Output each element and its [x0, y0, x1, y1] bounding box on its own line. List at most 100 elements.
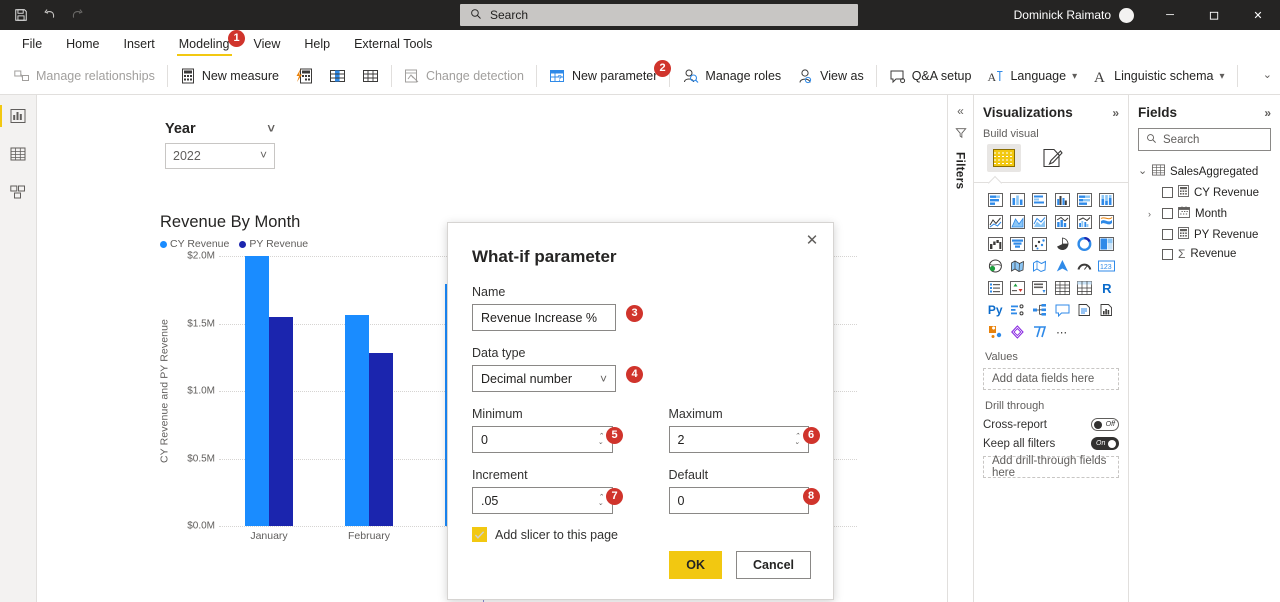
expand-pane-icon[interactable]: »	[1112, 106, 1119, 120]
100-stacked-bar-chart-icon[interactable]	[1074, 191, 1094, 209]
manage-roles-button[interactable]: Manage roles	[674, 61, 789, 91]
donut-chart-icon[interactable]	[1074, 235, 1094, 253]
area-chart-icon[interactable]	[1007, 213, 1027, 231]
stacked-area-chart-icon[interactable]	[1030, 213, 1050, 231]
undo-icon[interactable]	[36, 3, 62, 27]
add-slicer-checkbox-row[interactable]: Add slicer to this page	[472, 527, 809, 542]
filter-icon[interactable]	[954, 127, 967, 142]
bar-cy-january[interactable]	[245, 256, 269, 526]
chevron-down-icon[interactable]: ˅	[260, 149, 267, 161]
bar-group-january[interactable]	[219, 256, 319, 526]
qa-setup-button[interactable]: Q&A setup	[881, 61, 980, 91]
avatar[interactable]	[1119, 7, 1134, 23]
line-chart-icon[interactable]	[985, 213, 1005, 231]
bar-group-february[interactable]	[319, 256, 419, 526]
chevron-down-icon[interactable]: ˅	[600, 373, 607, 385]
matrix-icon[interactable]	[1074, 279, 1094, 297]
kpi-icon[interactable]	[1007, 279, 1027, 297]
expand-pane-icon[interactable]: »	[1264, 106, 1271, 120]
key-influencers-icon[interactable]	[1007, 301, 1027, 319]
linguistic-schema-button[interactable]: A Linguistic schema ▾	[1085, 61, 1232, 91]
ok-button[interactable]: OK	[669, 551, 722, 579]
new-table-button[interactable]	[354, 61, 387, 91]
data-type-field[interactable]: Decimal number ˅	[472, 365, 616, 392]
default-field[interactable]: 0	[668, 487, 809, 514]
language-button[interactable]: A Language ▾	[979, 61, 1085, 91]
collapse-panes-icon[interactable]: «	[957, 105, 964, 117]
manage-relationships-button[interactable]: Manage relationships	[6, 61, 163, 91]
menu-item-insert[interactable]: Insert	[112, 30, 167, 58]
treemap-icon[interactable]	[1097, 235, 1117, 253]
menu-item-view[interactable]: View	[242, 30, 293, 58]
field-checkbox[interactable]	[1162, 187, 1173, 198]
report-view-icon[interactable]	[0, 103, 33, 129]
minimize-button[interactable]: ─	[1148, 0, 1192, 30]
redo-icon[interactable]	[64, 3, 90, 27]
100-stacked-column-chart-icon[interactable]	[1097, 191, 1117, 209]
field-checkbox[interactable]	[1162, 248, 1173, 260]
legend-item-cy-revenue[interactable]: CY Revenue	[160, 238, 229, 250]
close-button[interactable]: ✕	[1236, 0, 1280, 30]
funnel-icon[interactable]	[1007, 235, 1027, 253]
decomposition-tree-icon[interactable]	[1030, 301, 1050, 319]
fields-search-input[interactable]: Search	[1138, 128, 1271, 151]
more-options-icon[interactable]: ⋯	[1052, 323, 1072, 341]
stacked-column-chart-icon[interactable]	[1007, 191, 1027, 209]
bar-py-february[interactable]	[369, 353, 393, 526]
spinner-arrows-icon[interactable]: ⌃ ⌄	[598, 433, 604, 446]
ribbon-chart-icon[interactable]	[1097, 213, 1117, 231]
stacked-bar-chart-icon[interactable]	[985, 191, 1005, 209]
field-checkbox[interactable]	[1162, 229, 1173, 240]
format-visual-tab[interactable]	[1035, 144, 1069, 172]
increment-field[interactable]: .05 ⌃ ⌄	[472, 487, 613, 514]
field-py-revenue[interactable]: PY Revenue	[1138, 224, 1271, 245]
legend-item-py-revenue[interactable]: PY Revenue	[239, 238, 308, 250]
clustered-column-chart-icon[interactable]	[1052, 191, 1072, 209]
power-apps-icon[interactable]	[1007, 323, 1027, 341]
add-slicer-checkbox[interactable]	[472, 527, 487, 542]
gauge-icon[interactable]	[1074, 257, 1094, 275]
chevron-down-icon[interactable]: ⌄	[1138, 165, 1147, 177]
menu-item-help[interactable]: Help	[292, 30, 342, 58]
line-clustered-column-chart-icon[interactable]	[1074, 213, 1094, 231]
name-field[interactable]: Revenue Increase %	[472, 304, 616, 331]
power-automate-icon[interactable]	[1030, 323, 1050, 341]
clustered-bar-chart-icon[interactable]	[1030, 191, 1050, 209]
new-measure-button[interactable]: New measure	[172, 61, 287, 91]
chevron-down-icon[interactable]: ˅	[267, 122, 275, 135]
bar-py-january[interactable]	[269, 316, 293, 526]
minimum-field[interactable]: 0 ⌃ ⌄	[472, 426, 613, 453]
spinner-arrows-icon[interactable]: ⌃ ⌄	[598, 494, 604, 507]
arcgis-map-icon[interactable]	[985, 323, 1005, 341]
maximize-button[interactable]	[1192, 0, 1236, 30]
spinner-arrows-icon[interactable]: ⌃ ⌄	[794, 433, 800, 446]
new-parameter-button[interactable]: ? New parameter	[541, 61, 665, 91]
slicer-dropdown[interactable]: 2022 ˅	[165, 143, 275, 169]
map-icon[interactable]	[985, 257, 1005, 275]
menu-item-home[interactable]: Home	[54, 30, 111, 58]
save-icon[interactable]	[8, 3, 34, 27]
data-view-icon[interactable]	[3, 141, 33, 167]
user-name[interactable]: Dominick Raimato	[1014, 8, 1111, 22]
filters-label[interactable]: Filters	[954, 152, 968, 189]
model-view-icon[interactable]	[3, 179, 33, 205]
field-month[interactable]: › Month	[1138, 203, 1271, 224]
values-well[interactable]: Add data fields here	[983, 368, 1119, 390]
change-detection-button[interactable]: Change detection	[396, 61, 532, 91]
field-cy-revenue[interactable]: CY Revenue	[1138, 182, 1271, 203]
filled-map-icon[interactable]	[1007, 257, 1027, 275]
cross-report-toggle[interactable]: Off	[1091, 418, 1119, 431]
paginated-report-icon[interactable]	[1097, 301, 1117, 319]
search-input[interactable]: Search	[460, 4, 858, 26]
chevron-right-icon[interactable]: ›	[1148, 209, 1157, 219]
waterfall-chart-icon[interactable]	[985, 235, 1005, 253]
year-slicer[interactable]: Year ˅ 2022 ˅	[165, 121, 275, 169]
menu-item-file[interactable]: File	[10, 30, 54, 58]
new-column-button[interactable]	[321, 61, 354, 91]
close-icon[interactable]: ✕	[801, 229, 823, 251]
narrative-icon[interactable]	[1074, 301, 1094, 319]
table-icon[interactable]	[1052, 279, 1072, 297]
field-revenue[interactable]: Σ Revenue	[1138, 245, 1271, 263]
filters-rail[interactable]: « Filters	[947, 95, 973, 602]
fields-table-salesaggregated[interactable]: ⌄ SalesAggregated	[1138, 161, 1271, 182]
